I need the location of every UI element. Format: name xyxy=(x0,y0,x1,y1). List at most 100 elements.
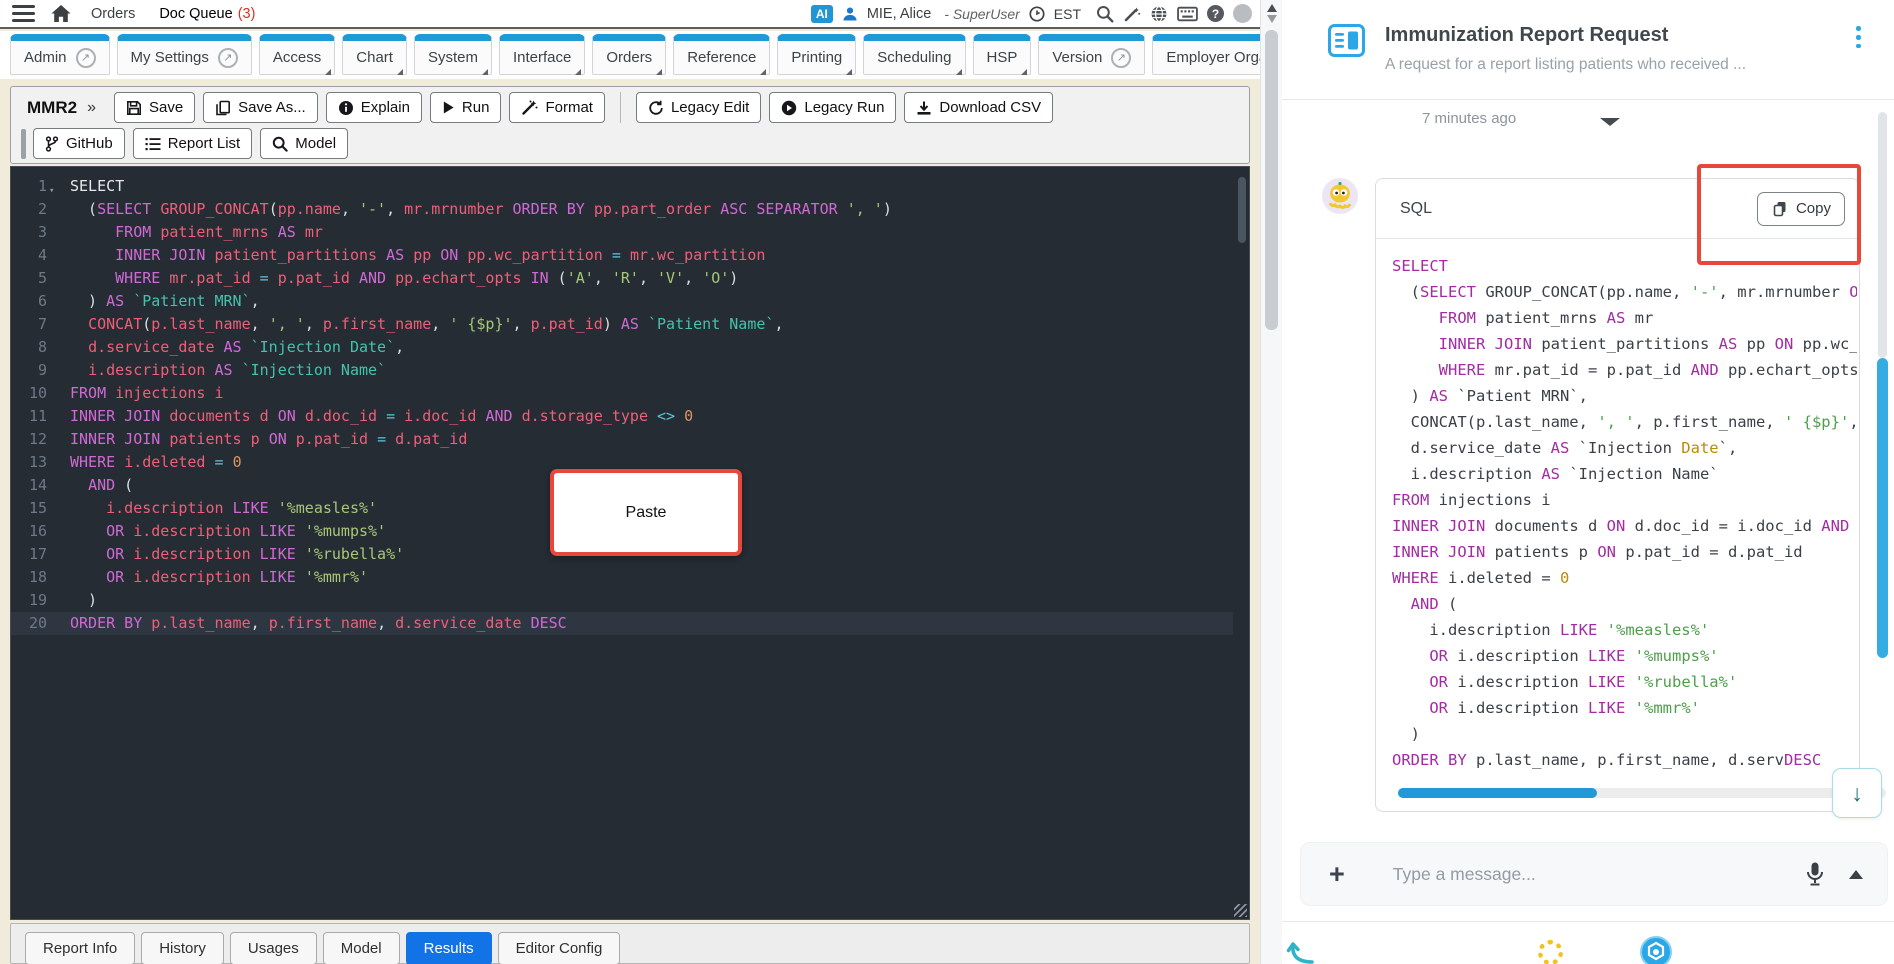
horizontal-scrollbar-thumb[interactable] xyxy=(1398,788,1597,798)
save-as-button[interactable]: Save As... xyxy=(203,92,318,123)
explain-button[interactable]: Explain xyxy=(325,92,422,123)
avatar[interactable] xyxy=(1233,4,1252,23)
download-csv-button[interactable]: Download CSV xyxy=(904,92,1054,123)
sql-message-card: SQL Copy SELECT (SELECT GROUP_CONCAT(pp.… xyxy=(1375,178,1860,812)
kebab-menu-icon[interactable] xyxy=(1856,24,1861,51)
code-line-10[interactable]: 10 FROM injections i xyxy=(11,382,1233,405)
report-list-button[interactable]: Report List xyxy=(132,128,253,159)
external-link-icon: ↗ xyxy=(1111,47,1132,68)
button-label: Legacy Edit xyxy=(670,99,750,116)
settings-ring-icon[interactable] xyxy=(1538,940,1563,964)
code-line-1[interactable]: 1 ▾ SELECT xyxy=(11,175,1233,198)
bottom-tab-results[interactable]: Results xyxy=(405,932,492,964)
collapse-input-icon[interactable] xyxy=(1849,869,1863,879)
bottom-tab-usages[interactable]: Usages xyxy=(229,932,317,964)
home-icon[interactable] xyxy=(51,5,71,22)
external-link-icon: ↗ xyxy=(75,47,96,68)
assistant-logo-icon[interactable] xyxy=(1640,936,1672,964)
line-number: 12 xyxy=(28,430,47,448)
nav-tab-access[interactable]: Access xyxy=(258,34,336,75)
format-button[interactable]: Format xyxy=(509,92,605,123)
model-button[interactable]: Model xyxy=(260,128,349,159)
bottom-tab-report-info[interactable]: Report Info xyxy=(25,932,136,964)
nav-tab-hsp[interactable]: HSP xyxy=(972,34,1032,75)
legacy-edit-button[interactable]: Legacy Edit xyxy=(635,92,762,123)
bottom-tab-model[interactable]: Model xyxy=(322,932,400,964)
button-label: Explain xyxy=(360,99,410,116)
github-button[interactable]: GitHub xyxy=(33,128,125,159)
code-line-12[interactable]: 12 INNER JOIN patients p ON p.pat_id = d.… xyxy=(11,428,1233,451)
attach-plus-icon[interactable]: + xyxy=(1329,859,1345,890)
nav-tab-scheduling[interactable]: Scheduling xyxy=(863,34,966,75)
code-line-3[interactable]: 3 FROM patient_mrns AS mr xyxy=(11,221,1233,244)
microphone-icon[interactable] xyxy=(1805,861,1825,887)
legacy-run-button[interactable]: Legacy Run xyxy=(769,92,897,123)
horizontal-scrollbar[interactable] xyxy=(1398,788,1886,798)
chat-code-line: OR i.description LIKE '%mumps%' xyxy=(1429,647,1719,665)
code-line-9[interactable]: 9 i.description AS `Injection Name` xyxy=(11,359,1233,382)
code-line-4[interactable]: 4 INNER JOIN patient_partitions AS pp ON… xyxy=(11,244,1233,267)
code-line-20[interactable]: 20 ORDER BY p.last_name, p.first_name, d.… xyxy=(11,612,1233,635)
keyboard-icon[interactable] xyxy=(1177,6,1198,22)
scroll-down-icon[interactable] xyxy=(1266,15,1277,23)
report-toolbar: MMR2 » Save Save As... Explain Run Format Leg… xyxy=(10,86,1250,164)
wand-icon[interactable] xyxy=(1123,5,1141,23)
panel-scrollbar-thumb[interactable] xyxy=(1878,112,1887,358)
nav-tab-reference[interactable]: Reference xyxy=(673,34,771,75)
scroll-up-icon[interactable] xyxy=(1266,4,1277,12)
app-scrollbar-thumb[interactable] xyxy=(1265,30,1278,330)
tab-label: HSP xyxy=(986,49,1018,66)
doc-queue-link[interactable]: Doc Queue (3) xyxy=(159,6,255,22)
editor-scrollbar-thumb[interactable] xyxy=(1238,177,1246,243)
nav-tab-printing[interactable]: Printing xyxy=(777,34,857,75)
code-line-5[interactable]: 5 WHERE mr.pat_id = p.pat_id AND pp.echa… xyxy=(11,267,1233,290)
nav-tab-orders[interactable]: Orders xyxy=(592,34,667,75)
app-scrollbar[interactable] xyxy=(1260,0,1282,964)
toolbar-grip[interactable] xyxy=(21,129,26,159)
line-number: 9 xyxy=(37,361,47,379)
chat-title: Immunization Report Request xyxy=(1385,24,1669,46)
nav-tab-chart[interactable]: Chart xyxy=(342,34,407,75)
code-line-6[interactable]: 6 ) AS `Patient MRN`, xyxy=(11,290,1233,313)
fold-chevron-icon[interactable]: ▾ xyxy=(49,180,54,203)
editor-resize-grip[interactable] xyxy=(1234,904,1247,917)
chat-code-line: INNER JOIN patient_partitions AS pp ON p… xyxy=(1438,335,1857,353)
code-line-2[interactable]: 2 (SELECT GROUP_CONCAT(pp.name, '-', mr.… xyxy=(11,198,1233,221)
nav-tab-interface[interactable]: Interface xyxy=(498,34,586,75)
nav-tab-employer-organizations[interactable]: Employer Organizations↗ xyxy=(1152,34,1260,75)
hamburger-menu-icon[interactable] xyxy=(12,4,35,23)
nav-tab-system[interactable]: System xyxy=(413,34,492,75)
panel-scrollbar-thumb-active[interactable] xyxy=(1877,358,1888,658)
tab-label: Access xyxy=(272,49,322,66)
code-line-19[interactable]: 19 ) xyxy=(11,589,1233,612)
timezone-label[interactable]: EST xyxy=(1054,6,1081,22)
nav-tab-admin[interactable]: Admin ↗ xyxy=(10,34,110,75)
ai-badge[interactable]: AI xyxy=(810,4,833,23)
globe-icon[interactable] xyxy=(1150,5,1168,23)
code-line-11[interactable]: 11 INNER JOIN documents d ON d.doc_id = i… xyxy=(11,405,1233,428)
code-line-7[interactable]: 7 CONCAT(p.last_name, ', ', p.first_name… xyxy=(11,313,1233,336)
orders-link[interactable]: Orders xyxy=(91,6,135,22)
topbar: Orders Doc Queue (3) AI MIE, Alice - Sup… xyxy=(0,0,1260,29)
code-line-18[interactable]: 18 OR i.description LIKE '%mmr%' xyxy=(11,566,1233,589)
toolbar-separator xyxy=(619,92,621,123)
bottom-tab-history[interactable]: History xyxy=(141,932,224,964)
save-button[interactable]: Save xyxy=(113,92,196,123)
line-number: 19 xyxy=(28,591,47,609)
line-number: 14 xyxy=(28,476,47,494)
collapse-arrow-icon[interactable] xyxy=(1600,118,1620,126)
paste-button[interactable]: Paste xyxy=(550,469,742,556)
reply-arrow-icon[interactable] xyxy=(1286,940,1314,964)
help-icon[interactable]: ? xyxy=(1207,5,1224,22)
search-icon[interactable] xyxy=(1096,5,1114,23)
bottom-tab-editor-config[interactable]: Editor Config xyxy=(497,932,621,964)
nav-tab-my-settings[interactable]: My Settings ↗ xyxy=(116,34,252,75)
run-button[interactable]: Run xyxy=(429,92,502,123)
nav-tab-version[interactable]: Version ↗ xyxy=(1038,34,1146,75)
code-line-8[interactable]: 8 d.service_date AS `Injection Date`, xyxy=(11,336,1233,359)
down-arrow-icon: ↓ xyxy=(1851,779,1863,806)
user-name[interactable]: MIE, Alice xyxy=(867,6,931,22)
message-input[interactable] xyxy=(1392,863,1795,885)
expander-chevron[interactable]: » xyxy=(87,99,96,117)
scroll-to-bottom-button[interactable]: ↓ xyxy=(1832,768,1882,818)
